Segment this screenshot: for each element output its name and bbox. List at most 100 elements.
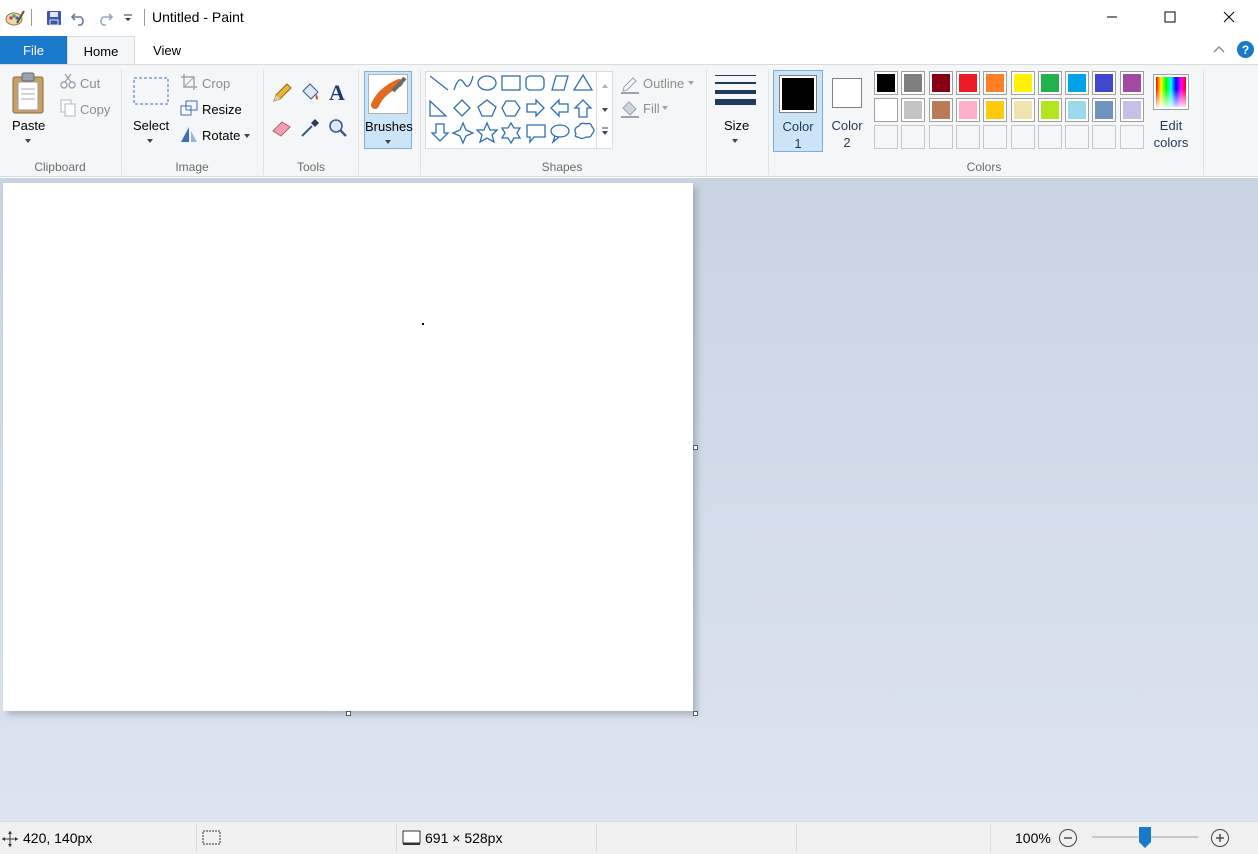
- palette-swatch-empty[interactable]: [1037, 125, 1062, 149]
- paste-label[interactable]: Paste: [12, 118, 45, 133]
- palette-swatch[interactable]: [955, 98, 980, 122]
- fill-bucket-icon[interactable]: [299, 82, 321, 107]
- zoom-slider-thumb[interactable]: [1139, 827, 1151, 849]
- resize-handle-bottom[interactable]: [346, 711, 351, 716]
- palette-swatch-empty[interactable]: [1092, 125, 1117, 149]
- zoom-out-button[interactable]: [1058, 828, 1078, 848]
- palette-swatch[interactable]: [928, 98, 953, 122]
- redo-icon[interactable]: [94, 8, 116, 28]
- palette-swatch-empty[interactable]: [1065, 125, 1090, 149]
- pencil-icon[interactable]: [271, 82, 293, 107]
- rounded-callout-shape[interactable]: [526, 124, 546, 144]
- color1-button[interactable]: Color 1: [773, 70, 823, 152]
- select-button[interactable]: Select: [133, 118, 169, 133]
- copy-button[interactable]: Copy: [80, 102, 110, 117]
- down-arrow-shape[interactable]: [430, 123, 450, 142]
- palette-swatch[interactable]: [1065, 71, 1090, 95]
- zoom-in-button[interactable]: [1210, 828, 1230, 848]
- undo-icon[interactable]: [68, 8, 90, 28]
- triangle-shape[interactable]: [572, 73, 594, 91]
- polygon-shape[interactable]: [551, 75, 569, 91]
- palette-swatch[interactable]: [955, 71, 980, 95]
- rotate-dropdown-caret[interactable]: [244, 134, 250, 138]
- palette-swatch[interactable]: [983, 98, 1008, 122]
- rectangle-shape[interactable]: [501, 75, 521, 91]
- maximize-button[interactable]: [1141, 0, 1199, 34]
- close-button[interactable]: [1200, 0, 1258, 34]
- right-triangle-shape[interactable]: [429, 99, 448, 117]
- tab-file[interactable]: File: [0, 36, 67, 64]
- select-icon[interactable]: [133, 77, 169, 108]
- shapes-gallery-scroll[interactable]: [596, 72, 613, 150]
- pentagon-shape[interactable]: [477, 99, 497, 117]
- line-shape[interactable]: [429, 75, 449, 91]
- palette-swatch[interactable]: [901, 71, 926, 95]
- palette-swatch[interactable]: [1092, 71, 1117, 95]
- palette-swatch-empty[interactable]: [874, 125, 898, 149]
- resize-button[interactable]: Resize: [202, 102, 242, 117]
- text-tool-icon[interactable]: A: [327, 80, 349, 107]
- oval-callout-shape[interactable]: [550, 124, 570, 144]
- brushes-button[interactable]: Brushes: [364, 71, 413, 149]
- paste-dropdown-caret[interactable]: [25, 139, 31, 143]
- outline-button[interactable]: Outline: [643, 76, 684, 91]
- palette-swatch[interactable]: [928, 71, 953, 95]
- outline-dropdown-caret[interactable]: [688, 81, 694, 85]
- palette-swatch[interactable]: [1010, 98, 1035, 122]
- tab-view[interactable]: View: [135, 36, 199, 64]
- size-dropdown-caret[interactable]: [732, 139, 738, 143]
- left-arrow-shape[interactable]: [550, 98, 569, 118]
- tab-home[interactable]: Home: [67, 36, 135, 65]
- select-dropdown-caret[interactable]: [147, 139, 153, 143]
- palette-swatch-empty[interactable]: [983, 125, 1008, 149]
- palette-swatch[interactable]: [1037, 98, 1062, 122]
- fill-dropdown-caret[interactable]: [662, 106, 668, 110]
- palette-swatch-empty[interactable]: [1119, 125, 1144, 149]
- oval-shape[interactable]: [477, 75, 497, 91]
- resize-handle-corner[interactable]: [693, 711, 698, 716]
- palette-swatch[interactable]: [1010, 71, 1035, 95]
- four-point-star-shape[interactable]: [451, 121, 475, 145]
- paste-button[interactable]: [10, 71, 48, 118]
- curve-shape[interactable]: [453, 75, 474, 91]
- minimize-button[interactable]: [1083, 0, 1141, 34]
- color-picker-icon[interactable]: [299, 117, 321, 142]
- magnifier-icon[interactable]: [327, 117, 349, 142]
- resize-handle-right[interactable]: [693, 445, 698, 450]
- palette-swatch-empty[interactable]: [1010, 125, 1035, 149]
- diamond-shape[interactable]: [453, 99, 471, 117]
- five-point-star-shape[interactable]: [475, 121, 499, 144]
- palette-swatch-empty[interactable]: [928, 125, 953, 149]
- palette-swatch[interactable]: [1065, 98, 1090, 122]
- color2-button[interactable]: Color 2: [823, 70, 871, 152]
- palette-swatch[interactable]: [1119, 71, 1144, 95]
- palette-swatch-empty[interactable]: [955, 125, 980, 149]
- zoom-slider-track[interactable]: [1092, 827, 1198, 848]
- eraser-icon[interactable]: [271, 118, 293, 141]
- palette-swatch-empty[interactable]: [901, 125, 926, 149]
- hexagon-shape[interactable]: [501, 100, 521, 117]
- size-button[interactable]: Size: [724, 118, 749, 133]
- collapse-ribbon-icon[interactable]: [1212, 43, 1226, 57]
- drawing-canvas[interactable]: [3, 183, 693, 711]
- palette-swatch[interactable]: [874, 98, 898, 122]
- palette-swatch[interactable]: [1092, 98, 1117, 122]
- crop-button[interactable]: Crop: [202, 76, 230, 91]
- paint-app-icon[interactable]: [4, 8, 26, 28]
- edit-colors-button[interactable]: Edit colors: [1148, 70, 1194, 152]
- rotate-button[interactable]: Rotate: [202, 128, 240, 143]
- palette-swatch[interactable]: [1119, 98, 1144, 122]
- palette-swatch[interactable]: [983, 71, 1008, 95]
- customize-dropdown-icon[interactable]: [117, 8, 139, 28]
- palette-swatch[interactable]: [1037, 71, 1062, 95]
- palette-swatch[interactable]: [874, 71, 898, 95]
- right-arrow-shape[interactable]: [526, 98, 545, 118]
- palette-swatch[interactable]: [901, 98, 926, 122]
- cut-button[interactable]: Cut: [80, 76, 100, 91]
- six-point-star-shape[interactable]: [500, 121, 522, 145]
- save-icon[interactable]: [43, 8, 65, 28]
- fill-button[interactable]: Fill: [643, 101, 660, 116]
- canvas-workspace[interactable]: [0, 178, 1258, 821]
- help-icon[interactable]: ?: [1237, 41, 1254, 58]
- cloud-callout-shape[interactable]: [574, 122, 595, 140]
